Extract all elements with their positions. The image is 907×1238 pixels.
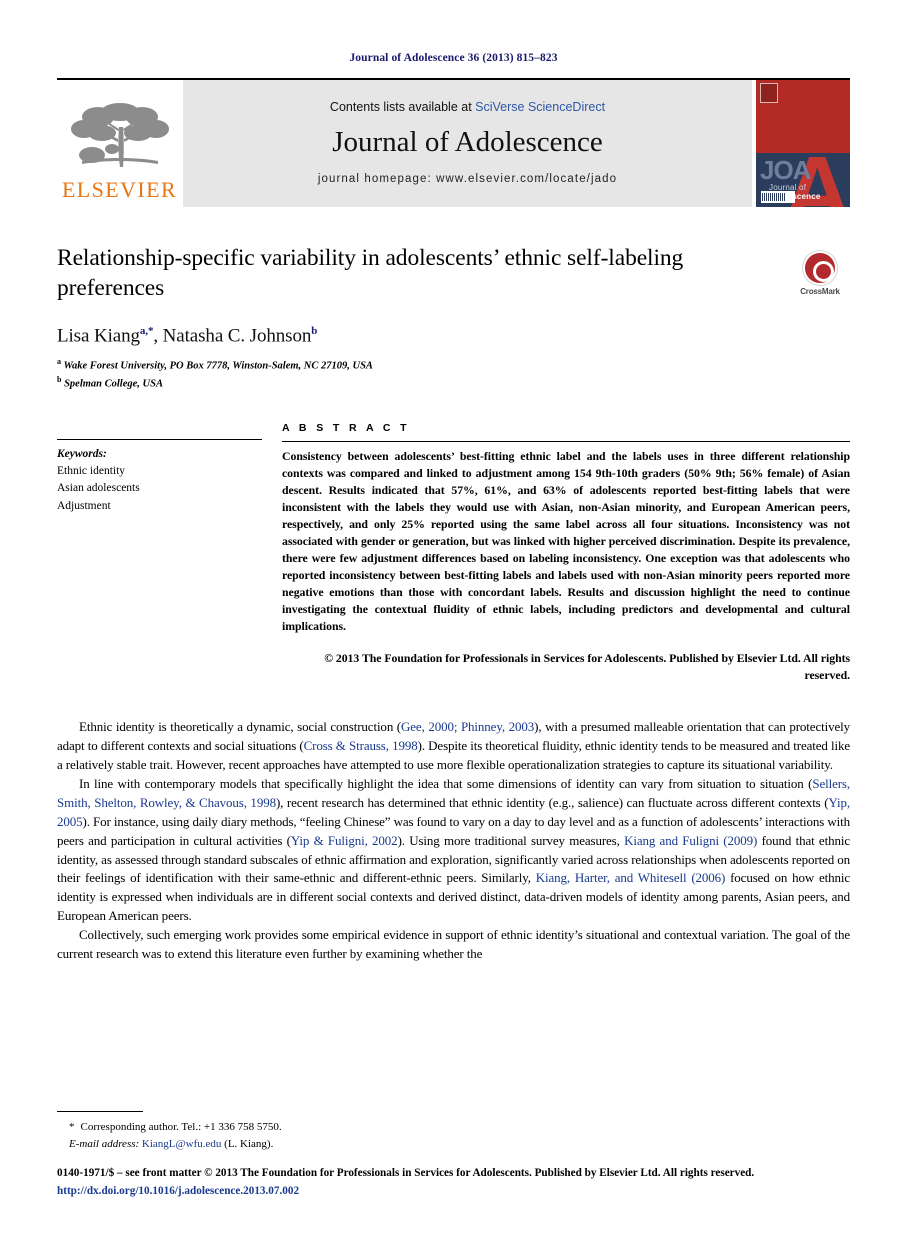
cover-top-panel: A <box>756 80 850 153</box>
abstract-section: Keywords: Ethnic identity Asian adolesce… <box>57 422 850 684</box>
article-page: Journal of Adolescence 36 (2013) 815–823 <box>0 0 907 1238</box>
crossmark-badge[interactable]: CrossMark <box>790 251 850 296</box>
article-body: Ethnic identity is theoretically a dynam… <box>57 718 850 965</box>
journal-title: Journal of Adolescence <box>332 126 603 158</box>
running-head: Journal of Adolescence 36 (2013) 815–823 <box>349 52 558 64</box>
page-title: Relationship-specific variability in ado… <box>57 245 684 302</box>
author-1-sup[interactable]: a,* <box>140 325 154 337</box>
crossmark-label: CrossMark <box>800 287 840 296</box>
author-1: Lisa Kiang <box>57 325 140 347</box>
footnotes: * Corresponding author. Tel.: +1 336 758 … <box>57 1111 850 1152</box>
email-link[interactable]: KiangL@wfu.edu <box>142 1138 221 1150</box>
journal-cover-thumbnail: A A JOA Journal of Adolescence <box>752 80 850 207</box>
footnote-rule <box>57 1111 143 1112</box>
cover-stamp-icon <box>760 83 778 103</box>
abstract-column: A B S T R A C T Consistency between adol… <box>282 422 850 684</box>
body-text: ), recent research has determined that e… <box>275 794 829 810</box>
elsevier-tree-icon <box>68 103 172 177</box>
citation-link[interactable]: Kiang, Harter, and Whitesell (2006) <box>536 870 726 885</box>
elsevier-logo: ELSEVIER <box>57 80 182 207</box>
email-note: E-mail address: KiangL@wfu.edu (L. Kiang… <box>57 1136 850 1153</box>
crossmark-icon <box>803 251 837 285</box>
affiliation-a: a Wake Forest University, PO Box 7778, W… <box>57 357 373 372</box>
cover-letter-a-upper: A <box>779 80 848 108</box>
affiliation-b: b Spelman College, USA <box>57 375 163 390</box>
body-paragraph: Collectively, such emerging work provide… <box>57 926 850 964</box>
doi-link[interactable]: http://dx.doi.org/10.1016/j.adolescence.… <box>57 1183 850 1200</box>
citation-link[interactable]: Kiang and Fuligni (2009) <box>624 833 757 848</box>
abstract-heading: A B S T R A C T <box>282 421 410 434</box>
bottom-matter: 0140-1971/$ – see front matter © 2013 Th… <box>57 1165 850 1200</box>
keywords-column: Keywords: Ethnic identity Asian adolesce… <box>57 422 282 684</box>
author-2-sup[interactable]: b <box>311 325 317 337</box>
journal-homepage-link[interactable]: journal homepage: www.elsevier.com/locat… <box>318 173 617 185</box>
body-text: In line with contemporary models that sp… <box>79 775 813 791</box>
journal-masthead: ELSEVIER Contents lists available at Sci… <box>57 78 850 207</box>
cover-acronym: JOA <box>760 154 811 185</box>
abstract-text: Consistency between adolescents’ best-fi… <box>282 448 850 633</box>
author-list: Lisa Kianga,*, Natasha C. Johnsonb <box>57 325 850 347</box>
email-label: E-mail address: <box>69 1137 140 1150</box>
citation-link[interactable]: Yip & Fuligni, 2002 <box>291 833 398 848</box>
keywords-list: Keywords: Ethnic identity Asian adolesce… <box>57 440 262 515</box>
sciencedirect-link[interactable]: SciVerse ScienceDirect <box>475 100 605 114</box>
body-paragraph: Ethnic identity is theoretically a dynam… <box>57 718 850 775</box>
keyword-item: Ethnic identity <box>57 465 126 478</box>
corresponding-author-note: * Corresponding author. Tel.: +1 336 758 … <box>57 1119 850 1136</box>
journal-banner: Contents lists available at SciVerse Sci… <box>182 80 752 207</box>
keywords-heading: Keywords: <box>57 447 107 460</box>
corresponding-author-star: * <box>69 1121 75 1133</box>
cover-bottom-panel: A JOA Journal of Adolescence <box>756 152 850 207</box>
affiliations: a Wake Forest University, PO Box 7778, W… <box>57 356 850 391</box>
abstract-copyright: © 2013 The Foundation for Professionals … <box>324 650 850 682</box>
citation-link[interactable]: Gee, 2000; Phinney, 2003 <box>401 719 534 734</box>
body-text: ). Using more traditional survey measure… <box>397 832 625 848</box>
body-text: Collectively, such emerging work provide… <box>57 927 850 962</box>
keyword-item: Adjustment <box>57 499 111 512</box>
body-text: Ethnic identity is theoretically a dynam… <box>79 718 402 734</box>
contents-lists-line: Contents lists available at SciVerse Sci… <box>330 100 605 114</box>
body-paragraph: In line with contemporary models that sp… <box>57 775 850 927</box>
issn-copyright-line: 0140-1971/$ – see front matter © 2013 Th… <box>57 1167 755 1180</box>
citation-link[interactable]: Cross & Strauss, 1998 <box>304 738 418 753</box>
keywords-head-spacer <box>57 422 262 439</box>
corresponding-author-text: Corresponding author. Tel.: +1 336 758 5… <box>80 1121 282 1133</box>
title-block: Relationship-specific variability in ado… <box>57 243 850 392</box>
email-suffix: (L. Kiang). <box>221 1137 274 1150</box>
author-2: , Natasha C. Johnson <box>153 325 312 347</box>
contents-lists-prefix: Contents lists available at <box>329 100 476 114</box>
keyword-item: Asian adolescents <box>57 482 140 495</box>
elsevier-wordmark: ELSEVIER <box>61 177 178 202</box>
cover-barcode-icon <box>761 191 795 203</box>
